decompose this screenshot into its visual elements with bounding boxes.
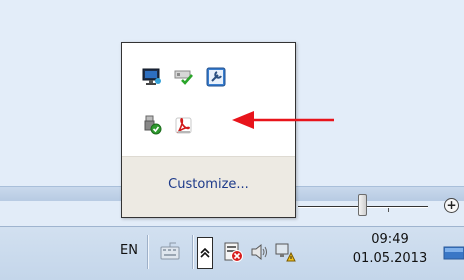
taskbar-divider (192, 235, 194, 269)
popup-footer: Customize... (122, 156, 295, 217)
speaker-icon[interactable] (248, 241, 270, 263)
network-warning-icon[interactable] (274, 241, 296, 263)
taskbar-divider (147, 235, 149, 269)
action-center-icon[interactable] (222, 241, 244, 263)
customize-link[interactable]: Customize... (122, 177, 295, 192)
network-check-icon[interactable] (174, 67, 194, 87)
keyboard-icon[interactable] (158, 239, 182, 263)
zoom-tick (388, 208, 389, 212)
system-clock[interactable]: 09:49 01.05.2013 (348, 231, 432, 269)
zoom-slider[interactable]: + (298, 186, 464, 226)
wrench-icon[interactable] (206, 67, 226, 87)
chevron-up-icon (200, 248, 210, 258)
clock-time: 09:49 (371, 232, 409, 247)
clock-date: 01.05.2013 (352, 251, 428, 266)
annotation-arrow (232, 111, 334, 129)
zoom-thumb[interactable] (358, 194, 367, 216)
usb-safely-remove-icon[interactable] (142, 115, 162, 135)
language-indicator[interactable]: EN (120, 243, 138, 258)
zoom-in-icon[interactable]: + (444, 198, 459, 213)
taskbar: EN 09:49 01.05.2013 (0, 226, 464, 280)
show-hidden-icons-button[interactable] (197, 237, 213, 269)
adobe-reader-icon[interactable] (174, 115, 194, 135)
show-desktop-button[interactable] (440, 241, 464, 263)
monitor-icon[interactable] (142, 67, 162, 87)
